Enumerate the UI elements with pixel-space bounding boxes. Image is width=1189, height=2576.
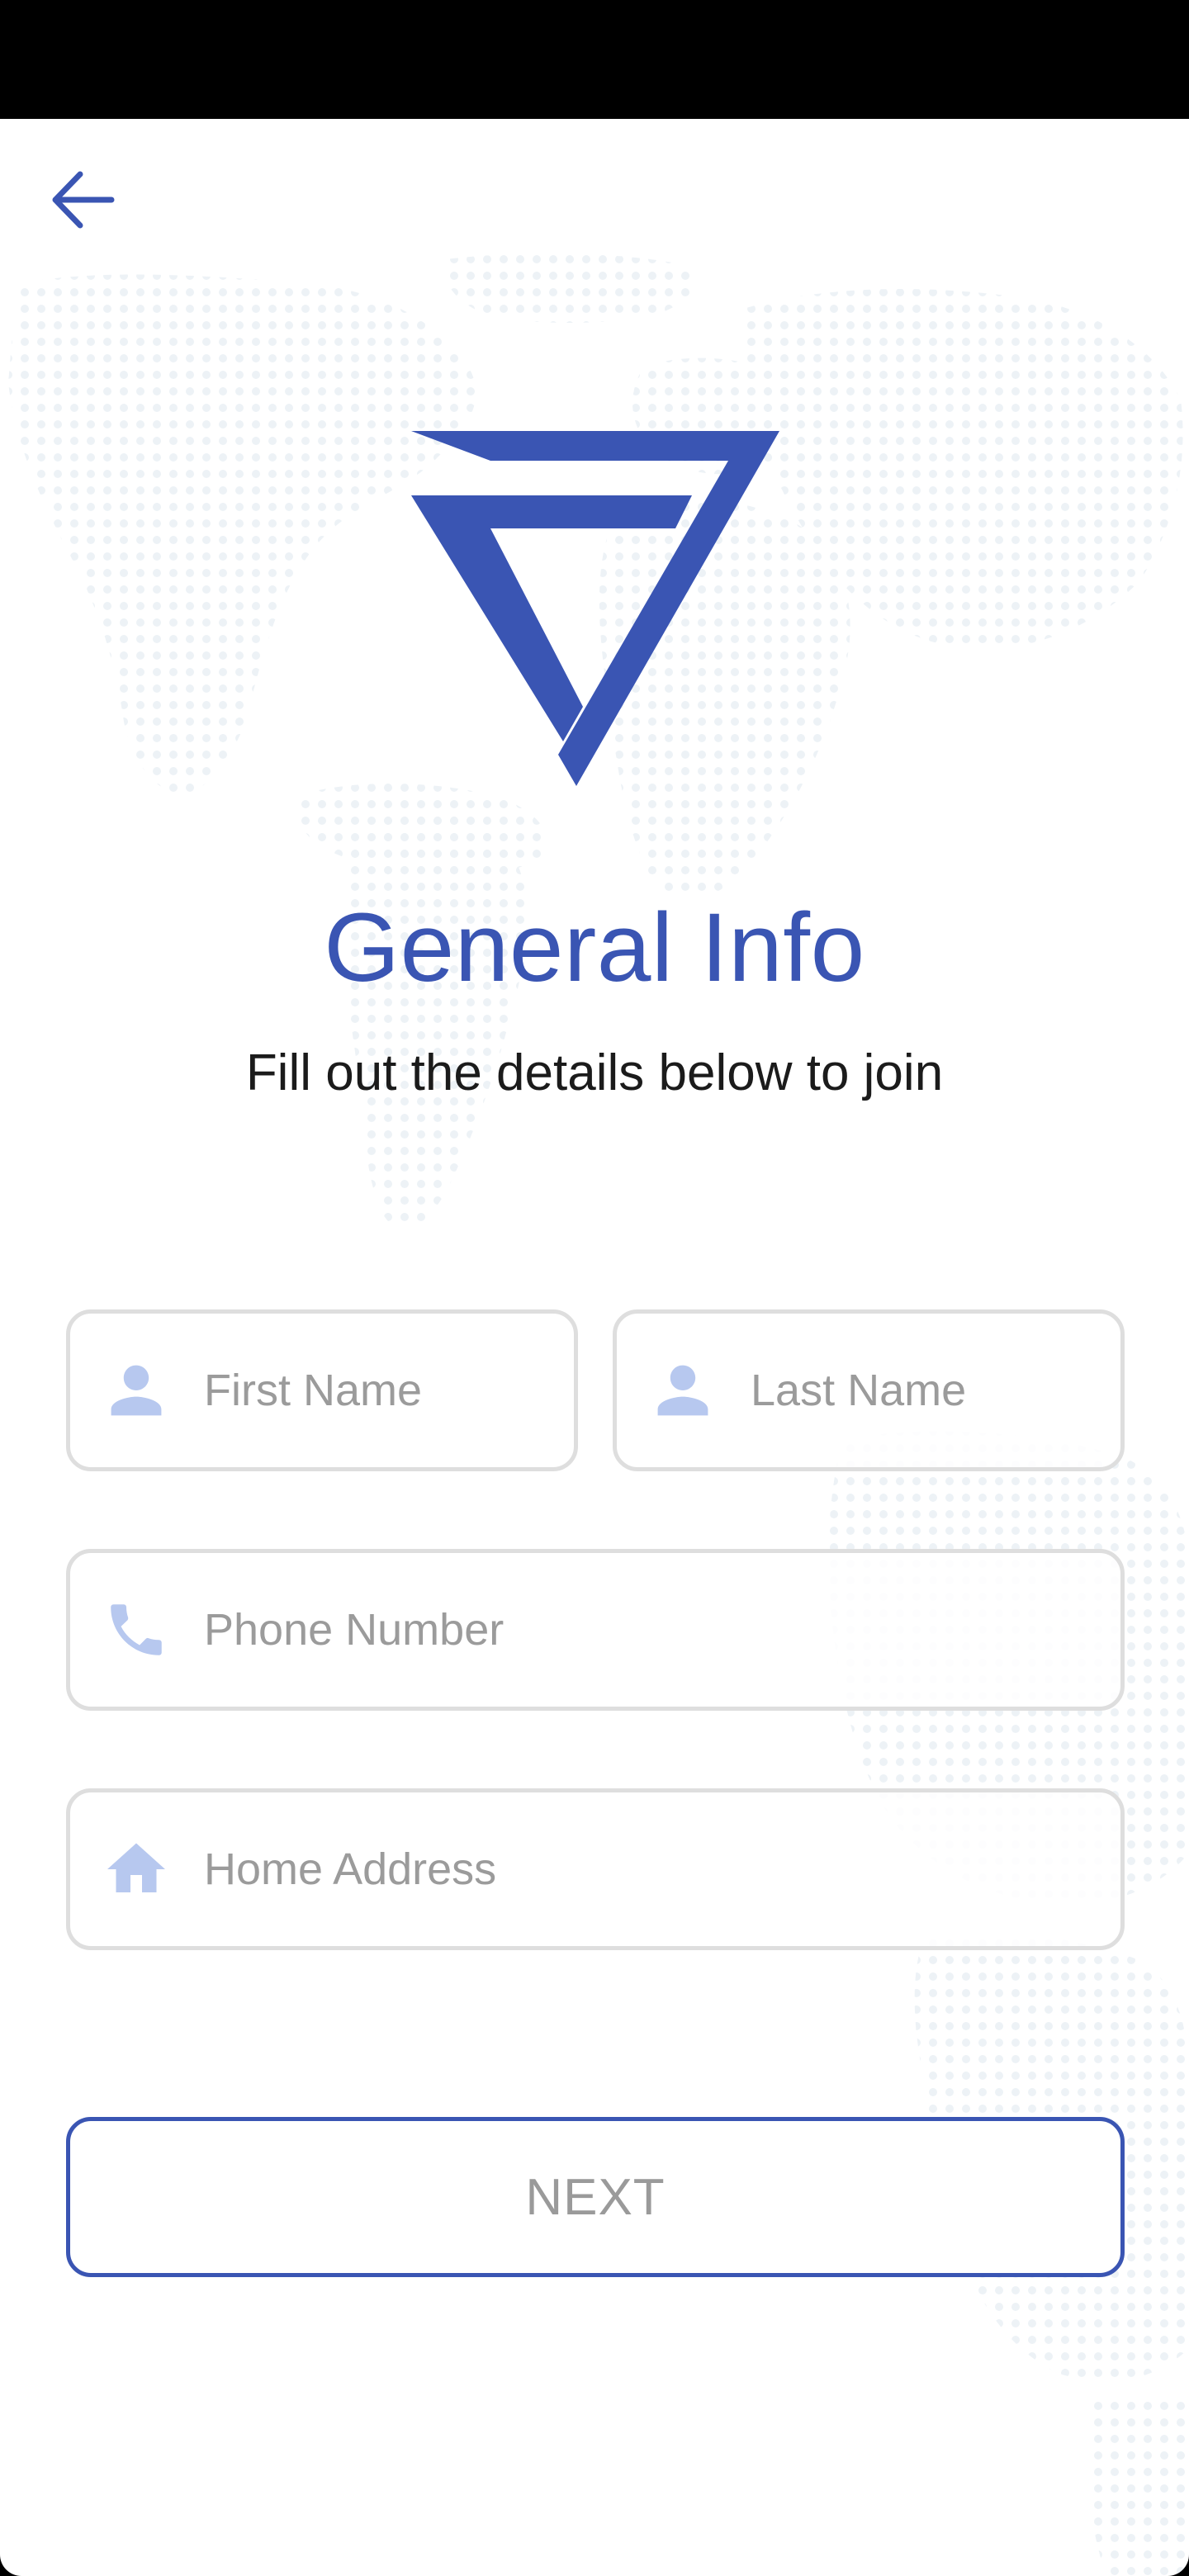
- arrow-left-icon: [52, 171, 115, 229]
- last-name-input[interactable]: [751, 1365, 1096, 1416]
- back-button[interactable]: [41, 159, 124, 241]
- first-name-field[interactable]: [66, 1309, 578, 1471]
- phone-number-field[interactable]: [66, 1549, 1125, 1711]
- brand-logo: [411, 431, 779, 786]
- home-address-field[interactable]: [66, 1788, 1125, 1950]
- last-name-field[interactable]: [613, 1309, 1125, 1471]
- home-icon: [102, 1835, 171, 1904]
- phone-icon: [102, 1595, 171, 1664]
- page-title: General Info: [324, 893, 865, 1002]
- general-info-screen: General Info Fill out the details below …: [0, 119, 1189, 2576]
- phone-number-input[interactable]: [204, 1604, 1096, 1655]
- next-button[interactable]: NEXT: [66, 2117, 1125, 2277]
- home-address-input[interactable]: [204, 1844, 1096, 1895]
- first-name-input[interactable]: [204, 1365, 549, 1416]
- person-icon: [648, 1356, 718, 1425]
- status-bar: [0, 0, 1189, 119]
- person-icon: [102, 1356, 171, 1425]
- page-subtitle: Fill out the details below to join: [245, 1044, 944, 1101]
